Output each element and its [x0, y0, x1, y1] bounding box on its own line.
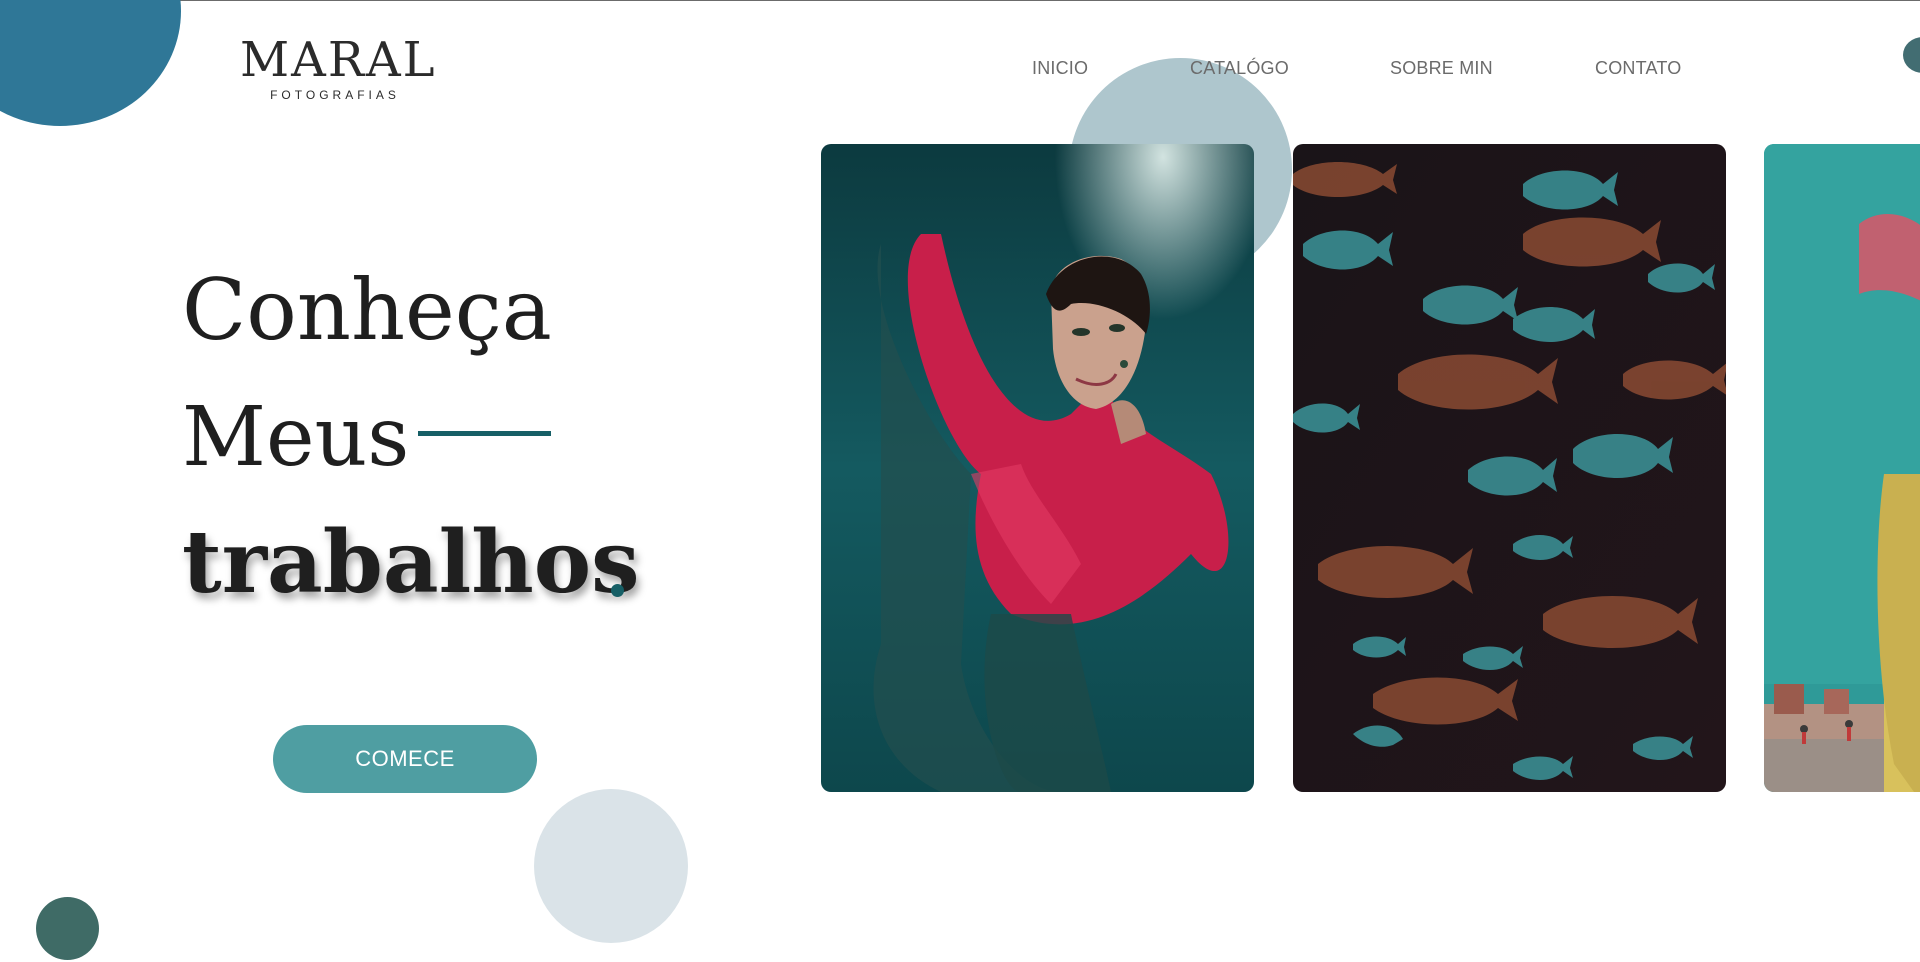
headline-accent-line [418, 431, 551, 436]
street-portrait-image [1764, 144, 1920, 792]
gallery-photo-street[interactable] [1764, 144, 1920, 792]
headline-accent-dot [611, 584, 624, 597]
fish-school-image [1293, 144, 1726, 792]
nav-link-catalogo[interactable]: CATALÓGO [1190, 58, 1289, 79]
nav-link-contato[interactable]: CONTATO [1595, 58, 1681, 79]
brand-tagline: FOTOGRAFIAS [270, 88, 400, 102]
headline-line-1: Conheça [182, 261, 552, 359]
top-border [0, 0, 1920, 1]
main-nav: INICIO CATALÓGO SOBRE MIN CONTATO [0, 58, 1920, 82]
gallery-photo-fish[interactable] [1293, 144, 1726, 792]
decorative-circle-bottom-middle [534, 789, 688, 943]
nav-link-sobre-min[interactable]: SOBRE MIN [1390, 58, 1493, 79]
gallery-photo-underwater-portrait[interactable] [821, 144, 1254, 792]
headline-line-2: Meus [182, 390, 410, 485]
nav-link-inicio[interactable]: INICIO [1032, 58, 1088, 79]
underwater-portrait-image [821, 144, 1254, 792]
start-button[interactable]: COMECE [273, 725, 537, 793]
headline-line-3: trabalhos [182, 512, 640, 613]
decorative-circle-bottom-left [36, 897, 99, 960]
